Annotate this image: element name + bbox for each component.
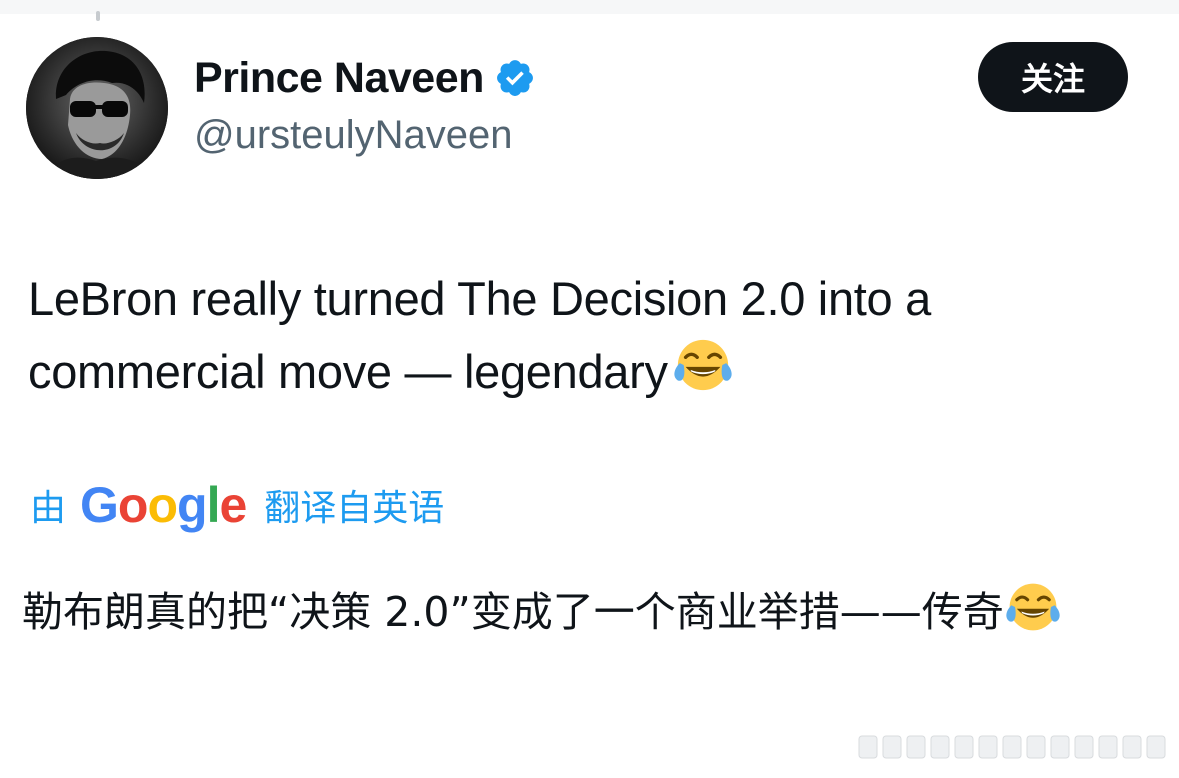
top-edge-strip [0, 0, 1179, 14]
watermark-icon [858, 735, 1166, 759]
laughing-tears-emoji-icon [674, 339, 732, 391]
tweet-text: LeBron really turned The Decision 2.0 in… [28, 262, 1158, 408]
translated-from-label: 翻译自英语 [264, 488, 445, 529]
translated-by-label: 由 [30, 488, 67, 529]
avatar[interactable] [26, 37, 168, 179]
follow-button[interactable]: 关注 [978, 42, 1128, 112]
verified-badge-icon [496, 60, 533, 96]
translated-text: 勒布朗真的把“决策 2.0”变成了一个商业举措——传奇 [22, 578, 1162, 646]
translated-body: 勒布朗真的把“决策 2.0”变成了一个商业举措——传奇 [22, 588, 1004, 636]
tweet-body: LeBron really turned The Decision 2.0 in… [28, 272, 931, 398]
author-handle[interactable]: @ursteulyNaveen [194, 113, 513, 158]
scroll-indicator [96, 11, 100, 21]
google-logo: Google [80, 477, 247, 533]
author-name-row: Prince Naveen [194, 52, 536, 104]
profile-photo-icon [26, 37, 168, 179]
translation-attribution[interactable]: 由 Google 翻译自英语 [30, 474, 444, 536]
laughing-tears-emoji-icon [1006, 583, 1060, 631]
author-display-name[interactable]: Prince Naveen [194, 54, 484, 103]
